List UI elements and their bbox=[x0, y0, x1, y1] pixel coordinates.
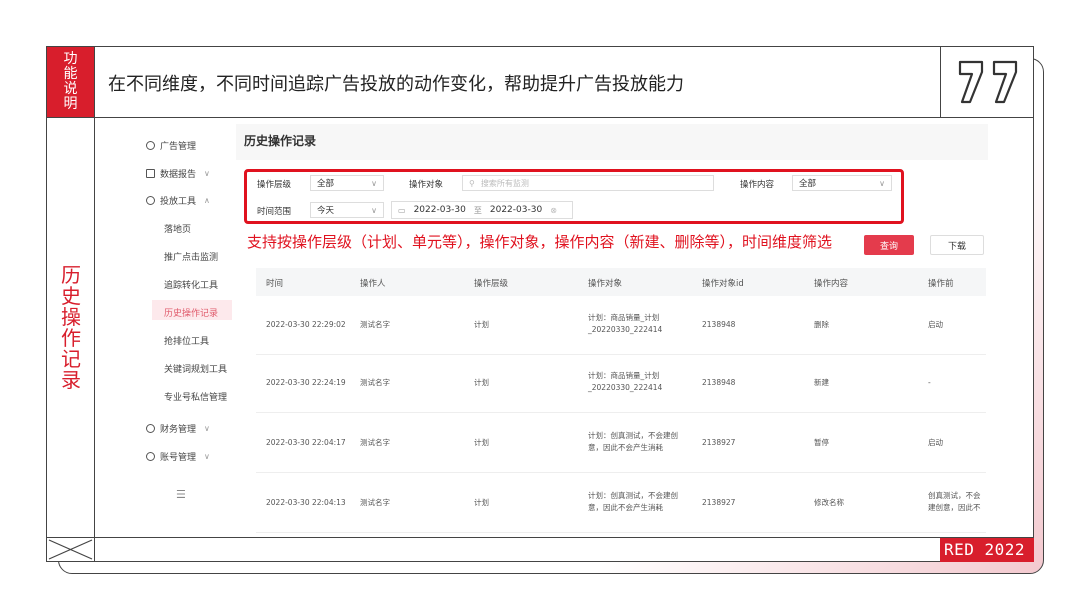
sidebar-subitem-history[interactable]: 历史操作记录 bbox=[164, 306, 218, 319]
calendar-icon: ▭ bbox=[398, 205, 406, 215]
report-icon bbox=[146, 169, 155, 178]
column-header: 时间 bbox=[266, 279, 284, 289]
chevron-down-icon: ∨ bbox=[879, 178, 885, 188]
collapse-icon[interactable]: ☰ bbox=[176, 488, 186, 501]
object-filter-label: 操作对象 bbox=[409, 180, 444, 190]
column-header: 操作对象 bbox=[588, 279, 623, 289]
level-filter-label: 操作层级 bbox=[257, 180, 292, 190]
chevron-down-icon: ∨ bbox=[371, 205, 377, 215]
account-icon bbox=[146, 452, 155, 461]
column-header: 操作内容 bbox=[814, 279, 849, 289]
time-filter-label: 时间范围 bbox=[257, 207, 292, 217]
sidebar-item-account[interactable]: 账号管理 ∨ bbox=[146, 450, 210, 463]
column-header: 操作层级 bbox=[474, 279, 509, 289]
divider bbox=[940, 46, 941, 117]
page-title: 历史操作记录 bbox=[244, 134, 317, 148]
column-header: 操作前 bbox=[928, 279, 954, 289]
sidebar-item-ad-management[interactable]: 广告管理 bbox=[146, 139, 196, 152]
divider bbox=[46, 537, 1034, 538]
sidebar-subitem-keyword-tool[interactable]: 关键词规划工具 bbox=[164, 362, 227, 375]
query-button[interactable]: 查询 bbox=[864, 235, 914, 255]
content-select[interactable]: 全部 ∨ bbox=[792, 175, 892, 191]
quote-icon bbox=[958, 60, 1018, 104]
chevron-down-icon: ∨ bbox=[371, 178, 377, 188]
divider bbox=[94, 46, 95, 562]
level-select[interactable]: 全部 ∨ bbox=[310, 175, 384, 191]
sidebar-subitem-click-monitor[interactable]: 推广点击监测 bbox=[164, 250, 218, 263]
column-header: 操作对象id bbox=[702, 279, 744, 289]
page-header-bar bbox=[236, 124, 988, 160]
search-icon: ⚲ bbox=[469, 178, 475, 188]
sidebar-item-ad-tools[interactable]: 投放工具 ∧ bbox=[146, 194, 210, 207]
table-row[interactable]: 2022-03-30 22:04:17 测试名字 计划 计划：创真测试，不会建创… bbox=[256, 414, 986, 473]
object-search-input[interactable]: ⚲ 搜索所有监测 bbox=[462, 175, 714, 191]
chevron-down-icon: ∨ bbox=[204, 452, 210, 461]
sidebar-subitem-landing-page[interactable]: 落地页 bbox=[164, 222, 191, 235]
cross-decoration-icon bbox=[48, 539, 93, 560]
feature-annotation: 支持按操作层级（计划、单元等），操作对象，操作内容（新建、删除等），时间维度筛选 bbox=[247, 233, 833, 251]
table-row[interactable]: 2022-03-30 22:04:13 测试名字 计划 计划：创真测试，不会建创… bbox=[256, 474, 986, 533]
chevron-down-icon: ∨ bbox=[204, 424, 210, 433]
time-select[interactable]: 今天 ∨ bbox=[310, 202, 384, 218]
sidebar-subitem-message-mgmt[interactable]: 专业号私信管理 bbox=[164, 390, 227, 403]
tag-icon bbox=[146, 141, 155, 150]
divider bbox=[46, 117, 1034, 118]
slide-headline: 在不同维度，不同时间追踪广告投放的动作变化，帮助提升广告投放能力 bbox=[108, 74, 684, 95]
content-filter-label: 操作内容 bbox=[740, 180, 775, 190]
chevron-up-icon: ∧ bbox=[204, 196, 210, 205]
clear-icon[interactable]: ⊗ bbox=[550, 206, 557, 215]
date-range-picker[interactable]: ▭ 2022-03-30 至 2022-03-30 ⊗ bbox=[391, 201, 573, 219]
sidebar-subitem-ranking-tool[interactable]: 抢排位工具 bbox=[164, 334, 209, 347]
sidebar-item-finance[interactable]: 财务管理 ∨ bbox=[146, 422, 210, 435]
sidebar-item-data-report[interactable]: 数据报告 ∨ bbox=[146, 167, 210, 180]
table-row[interactable]: 2022-03-30 22:29:02 测试名字 计划 计划：商品销量_计划_2… bbox=[256, 296, 986, 355]
feature-tab: 功能说明 bbox=[47, 47, 94, 117]
table-header: 时间 操作人 操作层级 操作对象 操作对象id 操作内容 操作前 bbox=[256, 268, 986, 296]
tools-icon bbox=[146, 196, 155, 205]
finance-icon bbox=[146, 424, 155, 433]
chevron-down-icon: ∨ bbox=[204, 169, 210, 178]
table-row[interactable]: 2022-03-30 22:24:19 测试名字 计划 计划：商品销量_计划_2… bbox=[256, 354, 986, 413]
column-header: 操作人 bbox=[360, 279, 386, 289]
section-side-label: 历史操作记录 bbox=[61, 263, 81, 392]
feature-tab-label: 功能说明 bbox=[63, 51, 78, 112]
download-button[interactable]: 下载 bbox=[930, 235, 984, 255]
sidebar-subitem-conversion-tool[interactable]: 追踪转化工具 bbox=[164, 278, 218, 291]
footer-brand: RED 2022 bbox=[944, 540, 1026, 559]
